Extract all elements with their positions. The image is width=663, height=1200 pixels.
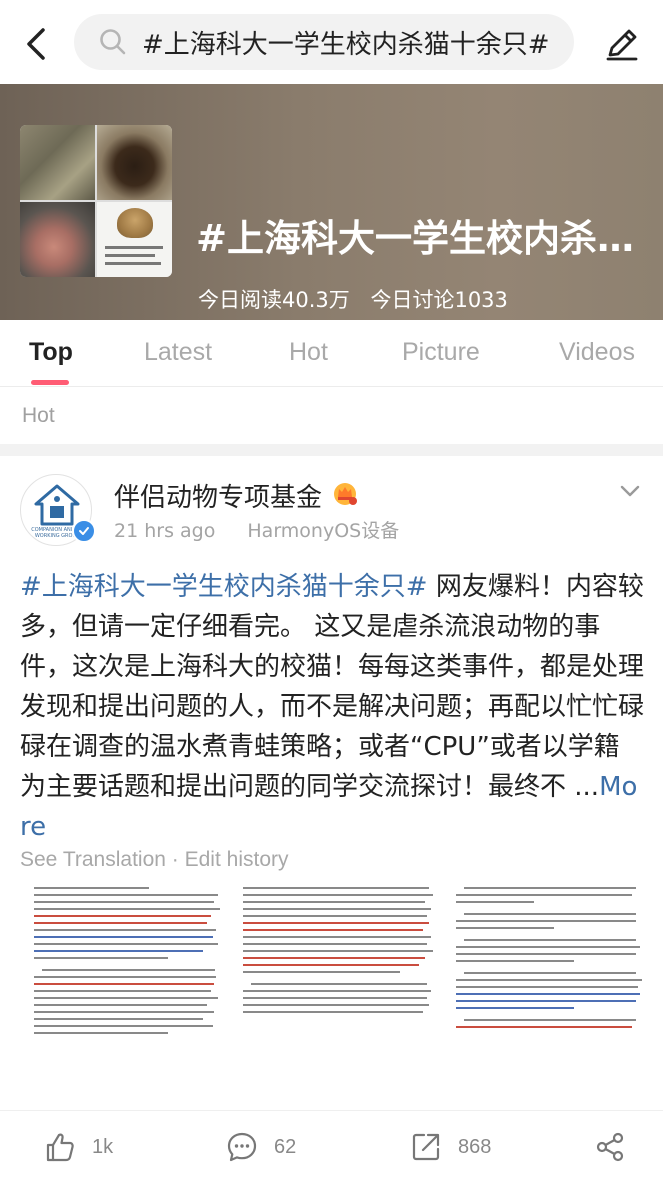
thumbs-up-icon [46,1133,74,1162]
post-text: 网友爆料！内容较多，但请一定仔细看完。 这又是虐杀流浪动物的事件，这次是上海科大… [20,572,645,802]
post-time: 21 hrs ago [114,520,216,542]
back-button[interactable] [14,22,58,66]
repost-count: 868 [458,1135,492,1158]
back-arrow-icon [27,28,45,60]
thumbnail-photo-remains [97,125,172,200]
thumbnail-photo-ground [20,125,95,200]
thumbnail-photo-notice [97,202,172,277]
active-tab-indicator [31,380,69,385]
chevron-down-icon[interactable] [618,481,642,501]
topic-thumbnail [20,125,172,277]
see-translation-link[interactable]: See Translation [20,848,166,871]
topic-banner[interactable]: #上海科大一学生校内杀猫十余只# 今日阅读40.3万 今日讨论1033 [0,84,663,320]
comment-count: 62 [274,1135,297,1158]
share-icon [596,1132,624,1162]
comment-button[interactable]: 62 [226,1131,296,1163]
top-bar: #上海科大一学生校内杀猫十余只# [0,0,663,84]
search-query[interactable]: #上海科大一学生校内杀猫十余只# [142,24,550,61]
search-box[interactable]: #上海科大一学生校内杀猫十余只# [74,14,574,70]
crown-badge-icon [334,483,357,505]
reads-today: 今日阅读40.3万 [198,288,350,312]
post-image-2[interactable] [243,882,439,1100]
post-hashtag[interactable]: #上海科大一学生校内杀猫十余只# [20,572,428,602]
post-body: #上海科大一学生校内杀猫十余只# 网友爆料！内容较多，但请一定仔细看完。 这又是… [20,567,644,847]
feed-tabs: Top Latest Hot Picture Videos [0,320,663,386]
tab-picture[interactable]: Picture [402,338,480,367]
divider [0,386,663,387]
like-count: 1k [92,1135,114,1158]
post-meta: 21 hrs ago HarmonyOS设备 [114,516,399,543]
edit-history-link[interactable]: Edit history [185,848,289,871]
thumbnail-photo-injury [20,202,95,277]
comment-icon [227,1132,257,1162]
tab-hot[interactable]: Hot [289,338,328,367]
separator-dot: · [171,848,179,871]
section-gap [0,444,663,456]
post-action-bar: 1k 62 868 [0,1110,663,1190]
tab-latest[interactable]: Latest [144,338,212,367]
compose-button[interactable] [598,20,646,68]
share-button[interactable] [594,1131,626,1163]
repost-button[interactable]: 868 [410,1131,491,1163]
like-button[interactable]: 1k [44,1131,113,1163]
post-device: HarmonyOS设备 [247,520,400,542]
topic-title: #上海科大一学生校内杀猫十余只# [196,217,646,260]
post-links: See Translation · Edit history [20,848,289,872]
post-image-1[interactable] [34,882,226,1100]
search-icon [100,29,126,55]
author-name[interactable]: 伴侣动物专项基金 [114,477,322,514]
tab-top[interactable]: Top [29,338,73,367]
section-label-hot: Hot [22,404,55,427]
post-image-3[interactable] [456,882,652,1100]
pencil-icon [606,29,638,61]
verified-badge-icon [72,519,96,543]
repost-icon [412,1133,440,1161]
discussions-today: 今日讨论1033 [370,288,508,312]
topic-stats: 今日阅读40.3万 今日讨论1033 [198,284,508,314]
tab-videos[interactable]: Videos [559,338,635,367]
foundation-logo-icon [34,484,80,526]
